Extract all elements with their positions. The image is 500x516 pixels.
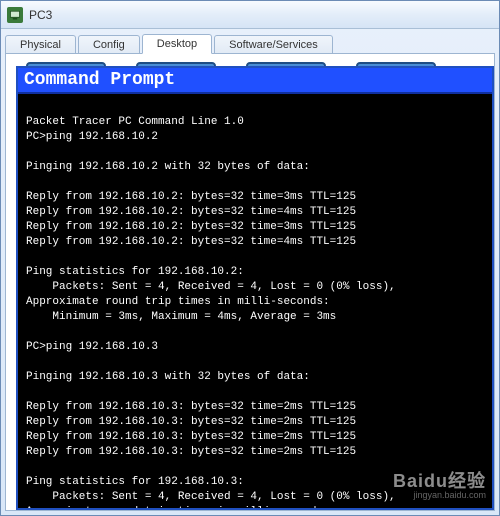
command-prompt-title[interactable]: Command Prompt: [18, 68, 492, 94]
tab-label: Physical: [20, 39, 61, 51]
tab-bar: Physical Config Desktop Software/Service…: [1, 29, 499, 53]
pc-icon: [7, 7, 23, 23]
title-bar[interactable]: PC3: [1, 1, 499, 29]
tab-label: Software/Services: [229, 39, 318, 51]
tab-desktop[interactable]: Desktop: [142, 34, 212, 54]
tab-software-services[interactable]: Software/Services: [214, 35, 333, 54]
tab-label: Desktop: [157, 38, 197, 50]
app-window: PC3 Physical Config Desktop Software/Ser…: [0, 0, 500, 516]
command-prompt-output[interactable]: Packet Tracer PC Command Line 1.0 PC>pin…: [18, 94, 492, 508]
tab-config[interactable]: Config: [78, 35, 140, 54]
desktop-panel: Command Prompt Packet Tracer PC Command …: [5, 53, 495, 511]
window-title: PC3: [29, 8, 52, 22]
tab-label: Config: [93, 39, 125, 51]
command-prompt-window: Command Prompt Packet Tracer PC Command …: [16, 66, 494, 510]
tab-physical[interactable]: Physical: [5, 35, 76, 54]
